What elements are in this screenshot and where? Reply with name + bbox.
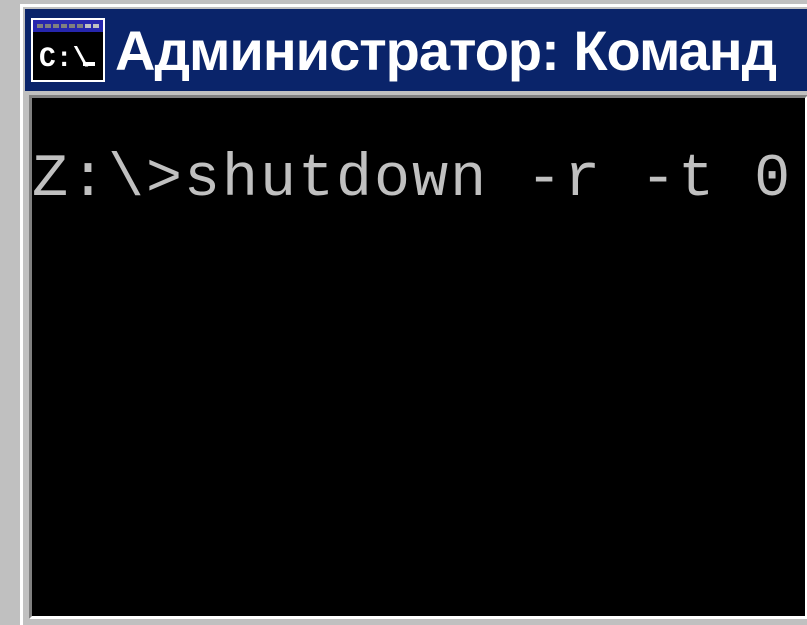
console-area[interactable]: Z:\>shutdown -r -t 0 — [32, 98, 805, 616]
prompt-text: Z:\> — [32, 146, 184, 214]
window-title: Администратор: Команд — [115, 18, 776, 83]
console-line: Z:\>shutdown -r -t 0 — [32, 150, 805, 210]
cmd-icon: C:\ — [31, 18, 105, 82]
console-border: Z:\>shutdown -r -t 0 — [29, 95, 807, 619]
svg-text:C:\: C:\ — [39, 44, 89, 75]
cmd-window: C:\ Администратор: Команд Z:\>shutdown -… — [20, 4, 807, 625]
title-bar[interactable]: C:\ Администратор: Команд — [23, 7, 807, 91]
command-text: shutdown -r -t 0 — [184, 146, 792, 214]
